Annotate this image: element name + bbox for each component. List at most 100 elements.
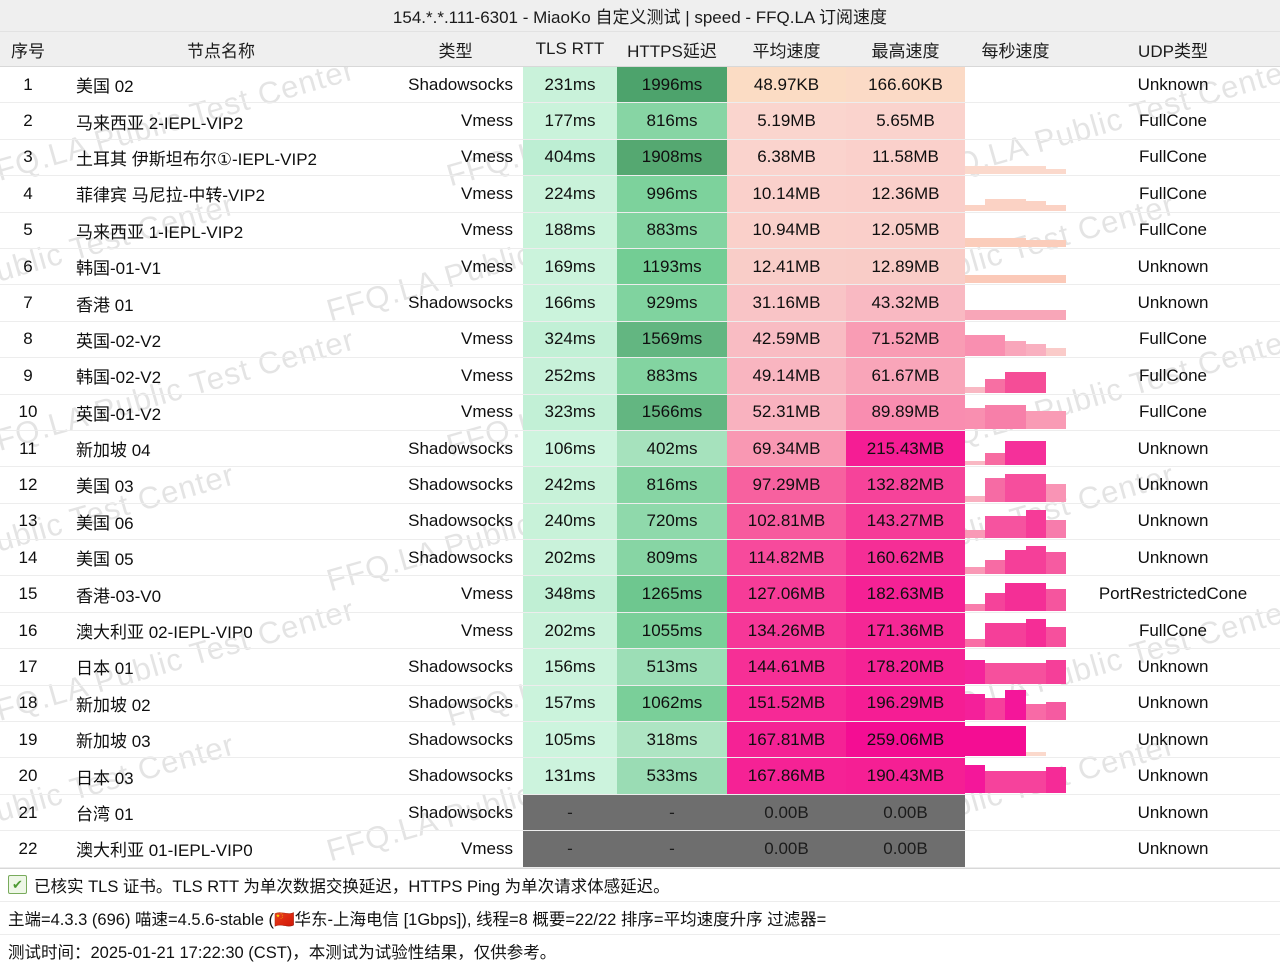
sparkline-bar [1005, 275, 1026, 284]
table-row[interactable]: 13 美国 06 Shadowsocks 240ms 720ms 102.81MB 143.… [0, 503, 1280, 541]
cell-index: 12 [0, 466, 56, 504]
sparkline-bar [1045, 239, 1066, 247]
table-row[interactable]: 9 韩国-02-V2 Vmess 252ms 883ms 49.14MB 61.67MB Fu… [0, 357, 1280, 395]
sparkline-bar [1045, 348, 1066, 357]
sparkline-bar [1025, 371, 1046, 393]
cell-node-name: 菲律宾 马尼拉-中转-VIP2 [56, 175, 387, 213]
sparkline-bar [1025, 662, 1046, 684]
cell-node-name: 美国 06 [56, 503, 387, 541]
col-header-avg-speed[interactable]: 平均速度 [727, 32, 846, 67]
sparkline-bar [1025, 309, 1046, 320]
sparkline-bar [985, 309, 1006, 320]
table-row[interactable]: 22 澳大利亚 01-IEPL-VIP0 Vmess - -0.00B 0.00B Unkn… [0, 830, 1280, 868]
table-row[interactable]: 11 新加坡 04 Shadowsocks 106ms 402ms 69.34MB 215.… [0, 430, 1280, 468]
cell-avg-speed: 151.52MB [727, 685, 846, 723]
sparkline-chart [965, 541, 1066, 575]
sparkline-bar [1025, 239, 1046, 247]
col-header-tls-rtt[interactable]: TLS RTT [523, 32, 617, 67]
table-row[interactable]: 19 新加坡 03 Shadowsocks 105ms 318ms 167.81MB 259… [0, 721, 1280, 759]
sparkline-bar [1045, 552, 1066, 575]
col-header-udp-type[interactable]: UDP类型 [1066, 32, 1280, 67]
footer-verify-row: ✔ 已核实 TLS 证书。TLS RTT 为单次数据交换延迟，HTTPS Pin… [0, 867, 1280, 902]
cell-https-delay: 929ms [617, 284, 727, 322]
cell-avg-speed: 167.81MB [727, 721, 846, 759]
cell-https-delay: 816ms [617, 466, 727, 504]
cell-max-speed: 12.05MB [846, 212, 965, 249]
col-header-per-second[interactable]: 每秒速度 [965, 32, 1066, 67]
table-row[interactable]: 12 美国 03 Shadowsocks 242ms 816ms 97.29MB 132.8… [0, 466, 1280, 504]
cell-type: Shadowsocks [387, 794, 523, 832]
table-row[interactable]: 4 菲律宾 马尼拉-中转-VIP2 Vmess 224ms 996ms 10.14MB 12… [0, 175, 1280, 213]
cell-per-second-sparkline [965, 212, 1066, 249]
cell-udp-type: Unknown [1066, 284, 1280, 322]
cell-max-speed: 132.82MB [846, 466, 965, 504]
cell-index: 21 [0, 794, 56, 832]
cell-per-second-sparkline [965, 357, 1066, 395]
table-row[interactable]: 15 香港-03-V0 Vmess 348ms 1265ms 127.06MB 182.63… [0, 575, 1280, 613]
cell-https-delay: 809ms [617, 539, 727, 577]
sparkline-bar [1025, 546, 1046, 575]
cell-type: Shadowsocks [387, 430, 523, 468]
sparkline-bar [1005, 623, 1026, 648]
cell-tls-rtt: 131ms [523, 757, 617, 795]
cell-max-speed: 12.89MB [846, 248, 965, 286]
sparkline-chart [965, 577, 1066, 611]
table-row[interactable]: 10 英国-01-V2 Vmess 323ms 1566ms 52.31MB 89.89MB… [0, 394, 1280, 431]
table-row[interactable]: 7 香港 01 Shadowsocks 166ms 929ms 31.16MB 43.32M… [0, 284, 1280, 322]
table-row[interactable]: 3 土耳其 伊斯坦布尔①-IEPL-VIP2 Vmess 404ms 1908ms 6.3… [0, 139, 1280, 177]
col-header-node-name[interactable]: 节点名称 [56, 32, 387, 67]
cell-avg-speed: 6.38MB [727, 139, 846, 177]
cell-udp-type: PortRestrictedCone [1066, 575, 1280, 613]
cell-https-delay: 1062ms [617, 685, 727, 723]
sparkline-bar [1005, 341, 1026, 357]
sparkline-bar [1025, 441, 1046, 466]
table-row[interactable]: 18 新加坡 02 Shadowsocks 157ms 1062ms 151.52MB 19… [0, 685, 1280, 723]
cell-index: 17 [0, 648, 56, 686]
sparkline-chart [965, 505, 1066, 539]
cell-avg-speed: 42.59MB [727, 321, 846, 359]
cell-udp-type: Unknown [1066, 430, 1280, 468]
col-header-https-delay[interactable]: HTTPS延迟 [617, 32, 727, 67]
cell-max-speed: 171.36MB [846, 612, 965, 650]
table-row[interactable]: 21 台湾 01 Shadowsocks - -0.00B 0.00B Unknown [0, 794, 1280, 832]
col-header-max-speed[interactable]: 最高速度 [846, 32, 965, 67]
cell-https-delay: 883ms [617, 357, 727, 395]
cell-type: Vmess [387, 575, 523, 613]
col-header-type[interactable]: 类型 [387, 32, 523, 67]
cell-per-second-sparkline [965, 466, 1066, 504]
cell-avg-speed: 167.86MB [727, 757, 846, 795]
table-row[interactable]: 1 美国 02 Shadowsocks 231ms 1996ms 48.97KB 166.6… [0, 66, 1280, 104]
table-row[interactable]: 16 澳大利亚 02-IEPL-VIP0 Vmess 202ms 1055ms 134.2… [0, 612, 1280, 650]
table-row[interactable]: 14 美国 05 Shadowsocks 202ms 809ms 114.82MB 160.… [0, 539, 1280, 577]
table-row[interactable]: 5 马来西亚 1-IEPL-VIP2 Vmess 188ms 883ms 10.94MB 1… [0, 212, 1280, 249]
cell-tls-rtt: 166ms [523, 284, 617, 322]
cell-per-second-sparkline [965, 248, 1066, 286]
sparkline-bar [965, 694, 986, 721]
sparkline-bar [965, 603, 986, 611]
cell-index: 1 [0, 66, 56, 104]
cell-udp-type: FullCone [1066, 321, 1280, 359]
cell-type: Shadowsocks [387, 757, 523, 795]
table-row[interactable]: 2 马来西亚 2-IEPL-VIP2 Vmess 177ms 816ms 5.19MB 5.… [0, 102, 1280, 140]
cell-per-second-sparkline [965, 503, 1066, 541]
table-row[interactable]: 17 日本 01 Shadowsocks 156ms 513ms 144.61MB 178.… [0, 648, 1280, 686]
table-row[interactable]: 20 日本 03 Shadowsocks 131ms 533ms 167.86MB 190.… [0, 757, 1280, 795]
cell-https-delay: 1566ms [617, 394, 727, 431]
cell-node-name: 香港-03-V0 [56, 575, 387, 613]
cell-node-name: 日本 03 [56, 757, 387, 795]
table-row[interactable]: 8 英国-02-V2 Vmess 324ms 1569ms 42.59MB 71.52MB F… [0, 321, 1280, 359]
col-header-index[interactable]: 序号 [0, 32, 56, 67]
cell-node-name: 韩国-02-V2 [56, 357, 387, 395]
cell-avg-speed: 114.82MB [727, 539, 846, 577]
sparkline-bar [1045, 588, 1066, 611]
sparkline-chart [965, 68, 1066, 101]
sparkline-bar [1025, 582, 1046, 611]
cell-type: Shadowsocks [387, 721, 523, 759]
cell-per-second-sparkline [965, 721, 1066, 759]
table-row[interactable]: 6 韩国-01-V1 Vmess 169ms 1193ms 12.41MB 12.89MB U… [0, 248, 1280, 286]
sparkline-bar [985, 726, 1006, 757]
cell-index: 4 [0, 175, 56, 213]
sparkline-chart [965, 687, 1066, 721]
cell-node-name: 马来西亚 2-IEPL-VIP2 [56, 102, 387, 140]
cell-https-delay: 1569ms [617, 321, 727, 359]
